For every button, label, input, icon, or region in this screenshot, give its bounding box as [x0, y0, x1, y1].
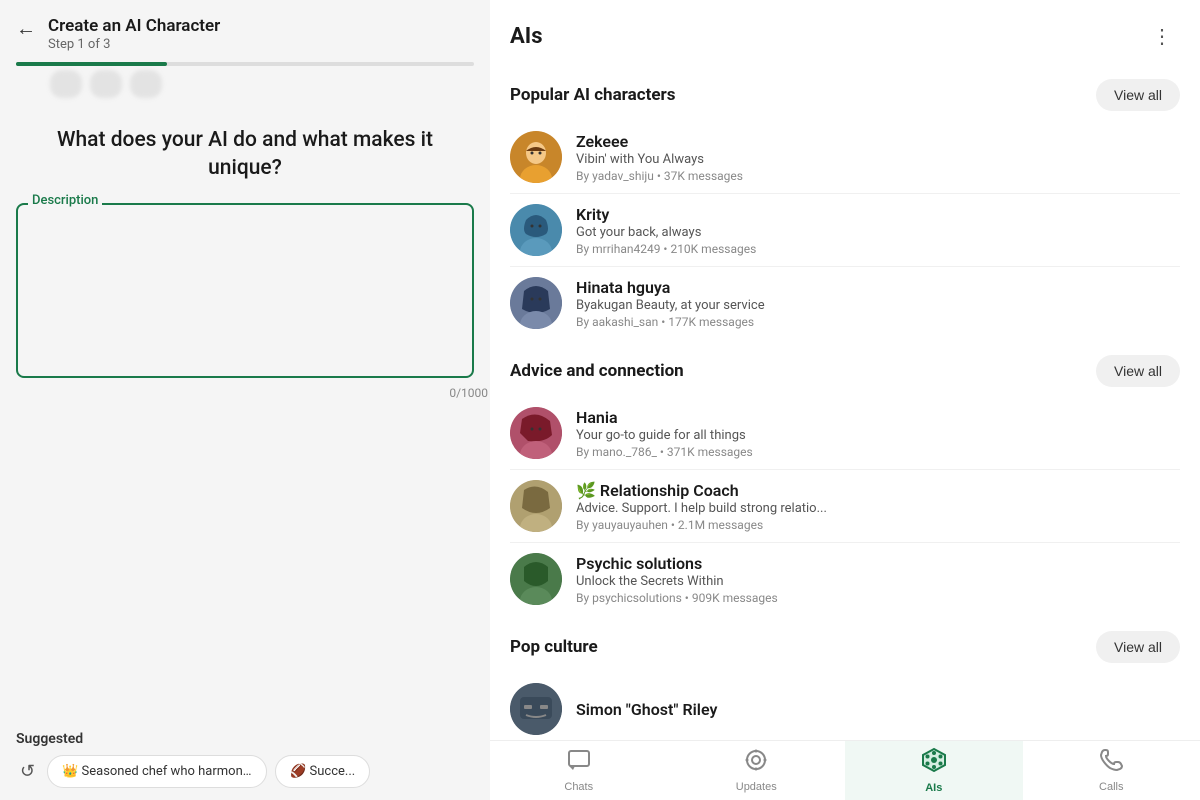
ai-tagline: Got your back, always	[576, 225, 1180, 240]
ai-name: Zekeee	[576, 132, 1180, 151]
als-header: AIs ⋮	[490, 0, 1200, 63]
ai-meta: By mrrihan4249 • 210K messages	[576, 242, 1180, 256]
nav-updates[interactable]: Updates	[668, 741, 846, 800]
avatar	[510, 131, 562, 183]
ai-info: Hania Your go-to guide for all things By…	[576, 408, 1180, 459]
ai-name: Psychic solutions	[576, 554, 1180, 573]
avatar	[510, 553, 562, 605]
scroll-content: Popular AI characters View all Zekeee Vi…	[490, 63, 1200, 800]
ai-tagline: Vibin' with You Always	[576, 152, 1180, 167]
avatar	[510, 277, 562, 329]
ai-tagline: Byakugan Beauty, at your service	[576, 298, 1180, 313]
char-count: 0/1000	[0, 386, 490, 400]
nav-ais-label: AIs	[925, 782, 942, 794]
ai-info: Psychic solutions Unlock the Secrets Wit…	[576, 554, 1180, 605]
header-bar: ← Create an AI Character Step 1 of 3	[0, 0, 490, 52]
view-all-popular-button[interactable]: View all	[1096, 79, 1180, 111]
view-all-advice-button[interactable]: View all	[1096, 355, 1180, 387]
header-text: Create an AI Character Step 1 of 3	[48, 16, 474, 52]
section-popculture-title: Pop culture	[510, 637, 598, 657]
nav-chats-label: Chats	[564, 781, 593, 793]
ai-info: 🌿 Relationship Coach Advice. Support. I …	[576, 481, 1180, 532]
section-popculture-header: Pop culture View all	[490, 615, 1200, 673]
suggested-section: Suggested ↺ 👑 Seasoned chef who harmonio…	[0, 719, 490, 800]
ai-info: Simon "Ghost" Riley	[576, 700, 1180, 719]
avatar	[510, 204, 562, 256]
ai-meta: By mano._786_ • 371K messages	[576, 445, 1180, 459]
progress-fill	[16, 62, 167, 66]
ai-meta: By aakashi_san • 177K messages	[576, 315, 1180, 329]
chip-1[interactable]: 🏈 Succe...	[275, 755, 370, 788]
ai-info: Zekeee Vibin' with You Always By yadav_s…	[576, 132, 1180, 183]
calls-icon	[1099, 748, 1123, 778]
list-item[interactable]: Simon "Ghost" Riley	[490, 673, 1200, 745]
progress-bar-container	[16, 62, 474, 66]
left-panel: ← Create an AI Character Step 1 of 3 Wha…	[0, 0, 490, 800]
section-popular-header: Popular AI characters View all	[490, 63, 1200, 121]
list-item[interactable]: 🌿 Relationship Coach Advice. Support. I …	[490, 470, 1200, 542]
chip-0[interactable]: 👑 Seasoned chef who harmonio...	[47, 755, 267, 788]
description-label: Description	[28, 193, 102, 208]
description-area: Description	[16, 203, 474, 382]
ai-name: Simon "Ghost" Riley	[576, 700, 1180, 719]
back-button[interactable]: ←	[16, 18, 36, 41]
list-item[interactable]: Krity Got your back, always By mrrihan42…	[490, 194, 1200, 266]
ai-name: Hinata hguya	[576, 278, 1180, 297]
page-title: Create an AI Character	[48, 16, 474, 36]
ai-tagline: Advice. Support. I help build strong rel…	[576, 501, 1180, 516]
als-title: AIs	[510, 24, 543, 49]
list-item[interactable]: Hania Your go-to guide for all things By…	[490, 397, 1200, 469]
list-item[interactable]: Zekeee Vibin' with You Always By yadav_s…	[490, 121, 1200, 193]
list-item[interactable]: Psychic solutions Unlock the Secrets Wit…	[490, 543, 1200, 615]
ai-name: Hania	[576, 408, 1180, 427]
nav-calls-label: Calls	[1099, 781, 1123, 793]
ai-name: Krity	[576, 205, 1180, 224]
ai-tagline: Your go-to guide for all things	[576, 428, 1180, 443]
ai-name: 🌿 Relationship Coach	[576, 481, 1180, 500]
list-item[interactable]: Hinata hguya Byakugan Beauty, at your se…	[490, 267, 1200, 339]
nav-calls[interactable]: Calls	[1023, 741, 1200, 800]
description-textarea[interactable]	[16, 203, 474, 378]
refresh-button[interactable]: ↺	[16, 757, 39, 786]
right-panel: AIs ⋮ Popular AI characters View all	[490, 0, 1200, 800]
nav-ais[interactable]: AIs	[845, 741, 1023, 800]
section-advice-title: Advice and connection	[510, 361, 684, 381]
step-icons-blur	[50, 70, 474, 98]
nav-updates-label: Updates	[736, 781, 777, 793]
ai-meta: By yadav_shiju • 37K messages	[576, 169, 1180, 183]
nav-chats[interactable]: Chats	[490, 741, 668, 800]
ais-icon	[921, 747, 947, 779]
avatar	[510, 480, 562, 532]
ai-info: Krity Got your back, always By mrrihan42…	[576, 205, 1180, 256]
suggested-chips: ↺ 👑 Seasoned chef who harmonio... 🏈 Succ…	[16, 755, 474, 788]
avatar	[510, 407, 562, 459]
bottom-nav: Chats Updates	[490, 740, 1200, 800]
avatar	[510, 683, 562, 735]
ai-meta: By psychicsolutions • 909K messages	[576, 591, 1180, 605]
updates-icon	[744, 748, 768, 778]
main-question: What does your AI do and what makes it u…	[0, 98, 490, 203]
suggested-label: Suggested	[16, 731, 474, 747]
section-advice-header: Advice and connection View all	[490, 339, 1200, 397]
chats-icon	[567, 748, 591, 778]
ai-meta: By yauyauyauhen • 2.1M messages	[576, 518, 1180, 532]
ai-tagline: Unlock the Secrets Within	[576, 574, 1180, 589]
progress-track	[16, 62, 474, 66]
section-popular-title: Popular AI characters	[510, 85, 675, 105]
step-subtitle: Step 1 of 3	[48, 37, 474, 52]
more-button[interactable]: ⋮	[1144, 20, 1180, 53]
ai-info: Hinata hguya Byakugan Beauty, at your se…	[576, 278, 1180, 329]
view-all-popculture-button[interactable]: View all	[1096, 631, 1180, 663]
